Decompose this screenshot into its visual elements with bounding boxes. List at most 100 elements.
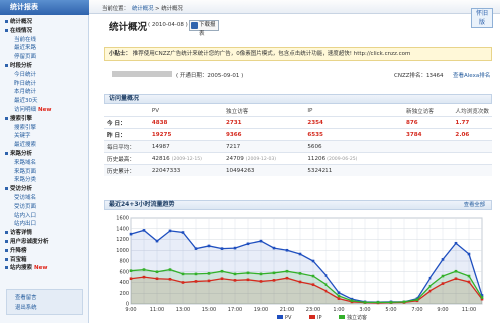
sidebar-item[interactable]: 站内入口 (14, 213, 36, 220)
sidebar-item[interactable]: 统计概况 (5, 19, 32, 26)
sidebar-item[interactable]: 最近来路 (14, 45, 36, 52)
y-tick-label: 1400 (116, 226, 129, 232)
download-report-label: 下载报表 (199, 22, 216, 37)
total-pv: 22047333 (148, 164, 223, 176)
classic-version-tab[interactable]: 怀旧版 (471, 8, 493, 28)
data-point (441, 282, 445, 285)
sidebar-item[interactable]: 来路分析 (5, 151, 32, 158)
high-uv-date: (2009-12-03) (245, 156, 277, 162)
sidebar-bottom-panel: 查看留言 退出系统 (6, 289, 83, 315)
bullet-icon (5, 248, 8, 252)
sidebar-item[interactable]: 昨日统计 (14, 81, 36, 88)
data-point (168, 277, 172, 281)
data-point (337, 294, 341, 298)
data-point (285, 276, 289, 280)
sidebar-item[interactable]: 受访页面 (14, 204, 36, 211)
data-point (155, 277, 159, 281)
sidebar-item[interactable]: 来路域名 (14, 160, 36, 167)
sidebar-item-label: 受访分析 (10, 186, 33, 193)
sidebar-item[interactable]: 本月统计 (14, 89, 36, 96)
bullet-icon (5, 152, 8, 155)
sidebar-item-label: 时段分析 (10, 63, 33, 69)
row-label: 历史最高： (104, 152, 149, 165)
download-report-button[interactable]: 下载报表 (189, 20, 219, 37)
bullet-icon (5, 240, 8, 243)
today-ip: 2354 (304, 116, 403, 129)
sidebar-item[interactable]: 站内搜索 New (5, 265, 47, 272)
classic-version-label: 怀旧版 (476, 10, 489, 26)
total-ip: 5324211 (304, 164, 403, 176)
x-tick-label: 9:00 (125, 307, 136, 313)
sidebar-item[interactable]: 站内出口 (14, 221, 36, 228)
top-bar: 当前位置： 统计概况 > 统计概况 (89, 0, 500, 14)
sidebar-item[interactable]: 搜索引擎 (14, 125, 36, 132)
bullet-icon (5, 266, 8, 270)
sidebar-item-label: 最近搜索 (14, 142, 37, 149)
y-tick-label: 400 (119, 280, 129, 286)
sidebar-item[interactable]: 关键字 (14, 133, 31, 140)
data-point (129, 277, 133, 281)
breadcrumb-current: > 统计概况 (155, 6, 183, 12)
data-point (194, 280, 198, 283)
data-point (259, 239, 263, 243)
sidebar-item[interactable]: 升降榜 (5, 248, 27, 255)
x-tick-label: 9:00 (437, 307, 448, 313)
data-point (467, 274, 471, 278)
overview-title: 访问量概况 (109, 95, 140, 102)
data-point (272, 279, 276, 282)
sidebar-item[interactable]: 在线情况 (5, 28, 32, 35)
data-point (480, 296, 484, 299)
sidebar-item-label: 统计概况 (10, 19, 33, 25)
x-tick-label: 1:00 (333, 307, 344, 313)
logout-link[interactable]: 退出系统 (15, 303, 37, 311)
x-tick-label: 7:00 (411, 307, 422, 313)
sidebar-item[interactable]: 用户忠诚度分析 (5, 239, 49, 246)
sidebar-item[interactable]: 受访域名 (14, 195, 36, 202)
sidebar-item[interactable]: 最近搜索 (14, 142, 36, 149)
column-header: 人均浏览次数 (455, 109, 489, 115)
data-point (467, 252, 471, 256)
yesterday-new-uv: 3784 (402, 128, 453, 141)
sidebar-item-label: 关键字 (14, 133, 31, 140)
data-point (350, 299, 354, 303)
tip-text: 推荐使用CNZZ广告统计来统计您的广告，0像素图片模式，包含点击统计功能，速度超… (132, 51, 411, 57)
data-point (428, 289, 432, 293)
data-point (246, 278, 250, 282)
overview-table: PV 独立访客 IP 新独立访客 人均浏览次数 今 日： 4838 2731 2… (104, 106, 492, 176)
sidebar-item[interactable]: 百宝箱 (5, 257, 27, 264)
column-header: 新独立访客 (405, 109, 434, 115)
sidebar-item-label: 最近30天 (14, 98, 38, 105)
sidebar-item[interactable]: 当前在线 (14, 37, 36, 44)
sidebar-item[interactable]: 今日统计 (14, 72, 36, 79)
sidebar-item[interactable]: 搜索引擎 (5, 116, 32, 123)
data-point (155, 270, 159, 274)
breadcrumb-link[interactable]: 统计概况 (132, 4, 154, 12)
table-row: 历史累计： 22047333 10494263 5324211 (104, 164, 492, 176)
data-point (207, 272, 211, 275)
sidebar-item-label: 在线情况 (10, 27, 33, 34)
data-point (220, 269, 224, 273)
bullet-icon (5, 231, 8, 235)
view-messages-link[interactable]: 查看留言 (15, 293, 37, 301)
sidebar-item[interactable]: 来路分类 (14, 177, 36, 184)
sidebar-item[interactable]: 时段分析 (5, 63, 32, 70)
high-uv: 24709 (226, 155, 244, 162)
today-pv: 4838 (148, 116, 223, 129)
sidebar-item[interactable]: 受访分析 (5, 186, 32, 193)
trend-view-all-link[interactable]: 查看全部 (464, 201, 485, 209)
sidebar-item[interactable]: 访客详情 (5, 230, 32, 237)
sidebar-item[interactable]: 访问明细 New (14, 107, 51, 114)
sidebar-item-label: 搜索引擎 (10, 115, 33, 122)
sidebar-item[interactable]: 最近30天 (14, 98, 38, 105)
sidebar-item[interactable]: 停留页面 (14, 54, 36, 61)
row-label: 每日平均： (104, 140, 149, 153)
alexa-rank-link[interactable]: 查看Alexa排名 (453, 71, 490, 79)
data-point (181, 281, 185, 284)
y-tick-label: 1200 (116, 237, 129, 243)
traffic-trend-chart: 020040060080010001200140016009:00 11:00 13… (116, 216, 484, 321)
data-point (441, 274, 445, 278)
data-point (129, 269, 133, 272)
column-header (104, 106, 149, 117)
data-point (363, 301, 367, 304)
sidebar-item[interactable]: 来路页面 (14, 169, 36, 176)
